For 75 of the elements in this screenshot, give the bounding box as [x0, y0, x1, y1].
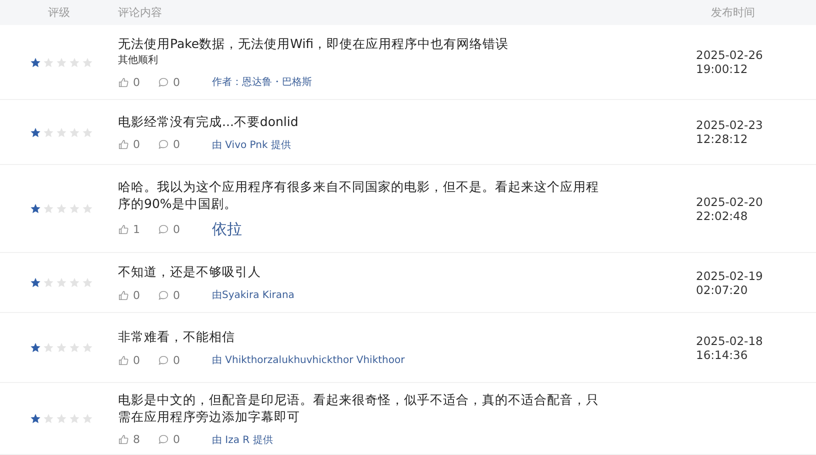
- empty-star-icon: [43, 56, 54, 68]
- like-count: 1: [133, 223, 140, 236]
- review-text: 电影是中文的，但配音是印尼语。看起来很奇怪，似乎不适合，真的不适合配音，只需在应用程序旁边添加字幕即可: [118, 390, 600, 424]
- review-text: 哈哈。我以为这个应用程序有很多来自不同国家的电影，但不是。看起来这个应用程序的90%是中国剧。: [118, 178, 600, 212]
- filled-star-icon: [30, 277, 41, 288]
- publish-time: 2025-02-19 02:07:20: [696, 268, 763, 296]
- author-name[interactable]: 由 Iza R 提供: [212, 432, 273, 446]
- comment-count: 0: [173, 76, 180, 88]
- empty-star-icon: [56, 56, 67, 68]
- empty-star-icon: [69, 413, 80, 424]
- comment-icon[interactable]: [158, 290, 169, 300]
- filled-star-icon: [30, 413, 41, 424]
- comment-count: 0: [173, 354, 180, 366]
- review-text: 非常难看，不能相信: [118, 328, 236, 345]
- thumbs-up-icon[interactable]: [118, 224, 129, 235]
- empty-star-icon: [82, 56, 93, 68]
- filled-star-icon: [30, 203, 41, 214]
- publish-time: 2025-02-18 16:14:36: [696, 334, 763, 362]
- publish-time: 2025-02-26 19:00:12: [696, 48, 763, 76]
- like-count: 0: [133, 76, 140, 88]
- review-text: 无法使用Pake数据，无法使用Wifi，即使在应用程序中也有网络错误: [118, 35, 510, 52]
- like-count: 0: [133, 138, 140, 151]
- empty-star-icon: [69, 277, 80, 288]
- empty-star-icon: [82, 413, 93, 424]
- review-text: 电影经常没有完成...不要donlid: [118, 112, 300, 130]
- like-count: 8: [133, 433, 140, 446]
- comment-count: 0: [173, 433, 180, 446]
- comment-count: 0: [173, 223, 180, 236]
- empty-star-icon: [56, 413, 67, 424]
- empty-star-icon: [82, 342, 93, 353]
- thumbs-up-icon[interactable]: [118, 290, 129, 300]
- empty-star-icon: [43, 203, 54, 214]
- filled-star-icon: [30, 342, 41, 353]
- column-header: 评论内容: [118, 5, 163, 20]
- thumbs-up-icon[interactable]: [118, 354, 129, 366]
- empty-star-icon: [82, 126, 93, 138]
- empty-star-icon: [82, 203, 93, 214]
- filled-star-icon: [30, 56, 41, 68]
- review-text: 不知道，还是不够吸引人: [118, 263, 262, 280]
- filled-star-icon: [30, 126, 41, 138]
- empty-star-icon: [69, 342, 80, 353]
- empty-star-icon: [43, 342, 54, 353]
- empty-star-icon: [69, 56, 80, 68]
- like-count: 0: [133, 288, 140, 302]
- comment-icon[interactable]: [158, 139, 169, 150]
- empty-star-icon: [56, 126, 67, 138]
- publish-time: 2025-02-23 12:28:12: [696, 118, 763, 146]
- comment-count: 0: [173, 138, 180, 151]
- empty-star-icon: [43, 126, 54, 138]
- column-header: 评级: [47, 5, 71, 20]
- comment-icon[interactable]: [158, 224, 169, 235]
- empty-star-icon: [43, 413, 54, 424]
- author-name[interactable]: 由 Vhikthorzalukhuvhickthor Vhikthoor: [212, 353, 405, 367]
- thumbs-up-icon[interactable]: [118, 434, 129, 445]
- thumbs-up-icon[interactable]: [118, 76, 129, 88]
- empty-star-icon: [56, 342, 67, 353]
- thumbs-up-icon[interactable]: [118, 139, 129, 150]
- empty-star-icon: [56, 203, 67, 214]
- review-subtext: 其他顺利: [118, 54, 159, 67]
- author-name[interactable]: 由Syakira Kirana: [212, 288, 294, 302]
- column-header: 发布时间: [710, 5, 756, 20]
- empty-star-icon: [56, 277, 67, 288]
- author-name[interactable]: 依拉: [212, 220, 242, 239]
- comment-count: 0: [173, 288, 180, 302]
- comment-icon[interactable]: [158, 76, 169, 88]
- author-name[interactable]: 由 Vivo Pnk 提供: [212, 138, 291, 152]
- empty-star-icon: [82, 277, 93, 288]
- empty-star-icon: [69, 203, 80, 214]
- comment-icon[interactable]: [158, 354, 169, 366]
- publish-time: 2025-02-20 22:02:48: [696, 194, 763, 222]
- empty-star-icon: [69, 126, 80, 138]
- like-count: 0: [133, 354, 140, 366]
- author-name[interactable]: 作者：恩达鲁・巴格斯: [212, 75, 312, 89]
- empty-star-icon: [43, 277, 54, 288]
- comment-icon[interactable]: [158, 434, 169, 445]
